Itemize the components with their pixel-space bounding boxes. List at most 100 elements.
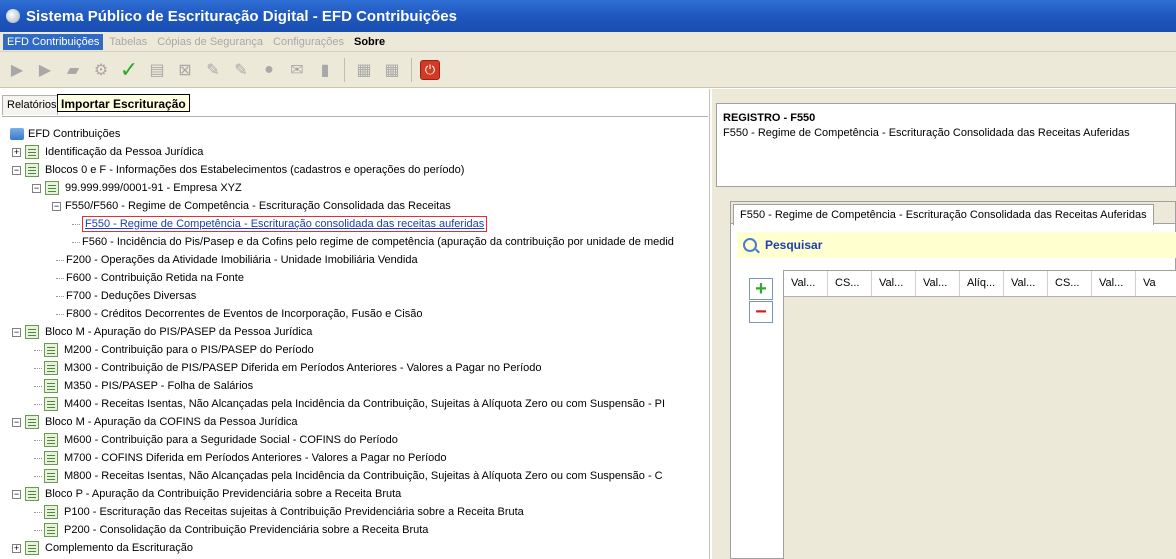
tree-label: F550/F560 - Regime de Competência - Escr… bbox=[65, 200, 451, 212]
tree-label: M200 - Contribuição para o PIS/PASEP do … bbox=[64, 344, 314, 356]
collapse-icon[interactable]: − bbox=[12, 489, 21, 499]
node-icon bbox=[44, 505, 58, 519]
menu-tabelas[interactable]: Tabelas bbox=[105, 34, 151, 50]
tree-label: Complemento da Escrituração bbox=[45, 542, 193, 554]
node-icon bbox=[44, 469, 58, 483]
collapse-icon[interactable]: − bbox=[12, 327, 21, 337]
collapse-icon[interactable]: − bbox=[12, 165, 21, 175]
new-icon[interactable]: ▶ bbox=[6, 59, 28, 81]
tree-line bbox=[34, 385, 42, 387]
save-icon[interactable]: ▦ bbox=[353, 59, 375, 81]
column-header[interactable]: Val... bbox=[916, 271, 960, 296]
tree-node[interactable]: M800 - Receitas Isentas, Não Alcançadas … bbox=[34, 467, 663, 485]
tree-node[interactable]: M400 - Receitas Isentas, Não Alcançadas … bbox=[34, 395, 665, 413]
tree-node-selected[interactable]: F550 - Regime de Competência - Escritura… bbox=[72, 215, 488, 233]
tree-node[interactable]: − Bloco M - Apuração da COFINS da Pessoa… bbox=[12, 413, 298, 431]
tree-node[interactable]: + Complemento da Escrituração bbox=[12, 539, 193, 557]
tree-line bbox=[72, 241, 80, 243]
expand-icon[interactable]: + bbox=[12, 543, 21, 553]
selected-tree-label[interactable]: F550 - Regime de Competência - Escritura… bbox=[82, 216, 488, 232]
tree-node[interactable]: M700 - COFINS Diferida em Períodos Anter… bbox=[34, 449, 447, 467]
tree-node[interactable]: M350 - PIS/PASEP - Folha de Salários bbox=[34, 377, 253, 395]
node-icon bbox=[25, 541, 39, 555]
node-icon bbox=[44, 379, 58, 393]
register-header: REGISTRO - F550 F550 - Regime de Competê… bbox=[716, 103, 1176, 187]
tree-node[interactable]: F600 - Contribuição Retida na Fonte bbox=[56, 269, 244, 287]
collapse-icon[interactable]: − bbox=[12, 417, 21, 427]
remove-row-button[interactable]: − bbox=[749, 301, 773, 323]
tree-line bbox=[56, 259, 64, 261]
node-icon bbox=[44, 433, 58, 447]
register-description: F550 - Regime de Competência - Escritura… bbox=[723, 127, 1130, 139]
transmit-icon[interactable]: ✎ bbox=[230, 59, 252, 81]
expand-icon[interactable]: + bbox=[12, 147, 21, 157]
tree-label: Bloco M - Apuração do PIS/PASEP da Pesso… bbox=[45, 326, 313, 338]
collapse-icon[interactable]: − bbox=[52, 201, 61, 211]
column-header[interactable]: Val... bbox=[872, 271, 916, 296]
records-grid[interactable]: Val... CS... Val... Val... Alíq... Val..… bbox=[783, 270, 1176, 559]
node-icon bbox=[25, 487, 39, 501]
column-header[interactable]: Va bbox=[1136, 271, 1176, 296]
tree-node[interactable]: − 99.999.999/0001-91 - Empresa XYZ bbox=[32, 179, 242, 197]
menu-configuracoes[interactable]: Configurações bbox=[269, 34, 348, 50]
close-file-icon[interactable]: ⊠ bbox=[174, 59, 196, 81]
tree-label: Bloco P - Apuração da Contribuição Previ… bbox=[45, 488, 402, 500]
column-header[interactable]: Val... bbox=[1092, 271, 1136, 296]
tree-node[interactable]: M200 - Contribuição para o PIS/PASEP do … bbox=[34, 341, 314, 359]
register-title: REGISTRO - F550 bbox=[723, 112, 816, 124]
tree-label: F560 - Incidência do Pis/Pasep e da Cofi… bbox=[82, 236, 674, 248]
receipt-icon[interactable]: ● bbox=[258, 59, 280, 81]
power-icon[interactable]: ⏻ bbox=[420, 59, 440, 80]
tree-view[interactable]: EFD Contribuições + Identificação da Pes… bbox=[2, 116, 708, 559]
save-as-icon[interactable]: ▦ bbox=[381, 59, 403, 81]
tree-node[interactable]: F200 - Operações da Atividade Imobiliári… bbox=[56, 251, 418, 269]
column-header[interactable]: Val... bbox=[784, 271, 828, 296]
node-icon bbox=[44, 523, 58, 537]
tree-node[interactable]: P100 - Escrituração das Receitas sujeita… bbox=[34, 503, 524, 521]
collapse-icon[interactable]: − bbox=[32, 183, 41, 193]
tree-label: M300 - Contribuição de PIS/PASEP Diferid… bbox=[64, 362, 542, 374]
tree-node[interactable]: M300 - Contribuição de PIS/PASEP Diferid… bbox=[34, 359, 542, 377]
tree-root[interactable]: EFD Contribuições bbox=[10, 125, 120, 143]
search-label: Pesquisar bbox=[765, 238, 823, 252]
menu-efd-contribuicoes[interactable]: EFD Contribuições bbox=[3, 33, 104, 50]
node-icon bbox=[44, 343, 58, 357]
add-row-button[interactable]: + bbox=[749, 278, 773, 300]
search-button[interactable]: Pesquisar bbox=[737, 232, 1176, 258]
mail-icon[interactable]: ✉ bbox=[286, 59, 308, 81]
tree-node[interactable]: − Bloco M - Apuração do PIS/PASEP da Pes… bbox=[12, 323, 312, 341]
menu-bar: EFD Contribuições Tabelas Cópias de Segu… bbox=[0, 32, 1176, 52]
tree-label: P200 - Consolidação da Contribuição Prev… bbox=[64, 524, 429, 536]
validate-icon[interactable]: ⚙ bbox=[90, 59, 112, 81]
tree-node[interactable]: P200 - Consolidação da Contribuição Prev… bbox=[34, 521, 428, 539]
column-header[interactable]: CS... bbox=[828, 271, 872, 296]
toolbar-separator bbox=[411, 57, 412, 82]
tree-node[interactable]: − Bloco P - Apuração da Contribuição Pre… bbox=[12, 485, 401, 503]
tooltip-importar: Importar Escrituração bbox=[57, 94, 190, 112]
tree-line bbox=[72, 223, 80, 225]
delete-icon[interactable]: ▮ bbox=[314, 59, 336, 81]
tree-node[interactable]: + Identificação da Pessoa Jurídica bbox=[12, 143, 203, 161]
tree-node[interactable]: − F550/F560 - Regime de Competência - Es… bbox=[52, 197, 451, 215]
column-header[interactable]: Alíq... bbox=[960, 271, 1004, 296]
check-icon[interactable]: ✓ bbox=[118, 57, 140, 82]
tree-node[interactable]: − Blocos 0 e F - Informações dos Estabel… bbox=[12, 161, 464, 179]
tree-node[interactable]: F700 - Deduções Diversas bbox=[56, 287, 196, 305]
open-icon[interactable]: ▰ bbox=[62, 59, 84, 81]
tree-label: F700 - Deduções Diversas bbox=[66, 290, 197, 302]
column-header[interactable]: Val... bbox=[1004, 271, 1048, 296]
menu-sobre[interactable]: Sobre bbox=[350, 34, 389, 50]
tree-node[interactable]: F560 - Incidência do Pis/Pasep e da Cofi… bbox=[72, 233, 674, 251]
column-header[interactable]: CS... bbox=[1048, 271, 1092, 296]
tab-relatorios[interactable]: Relatórios bbox=[2, 95, 58, 115]
title-bar: Sistema Público de Escrituração Digital … bbox=[0, 0, 1176, 32]
tree-node[interactable]: F800 - Créditos Decorrentes de Eventos d… bbox=[56, 305, 422, 323]
tab-f550[interactable]: F550 - Regime de Competência - Escritura… bbox=[733, 204, 1154, 225]
import-icon[interactable]: ▶ bbox=[34, 59, 56, 81]
print-icon[interactable]: ▤ bbox=[146, 59, 168, 81]
menu-copias-seguranca[interactable]: Cópias de Segurança bbox=[153, 34, 267, 50]
sign-icon[interactable]: ✎ bbox=[202, 59, 224, 81]
tree-node[interactable]: M600 - Contribuição para a Seguridade So… bbox=[34, 431, 398, 449]
search-icon bbox=[743, 238, 757, 252]
app-icon bbox=[6, 9, 20, 23]
